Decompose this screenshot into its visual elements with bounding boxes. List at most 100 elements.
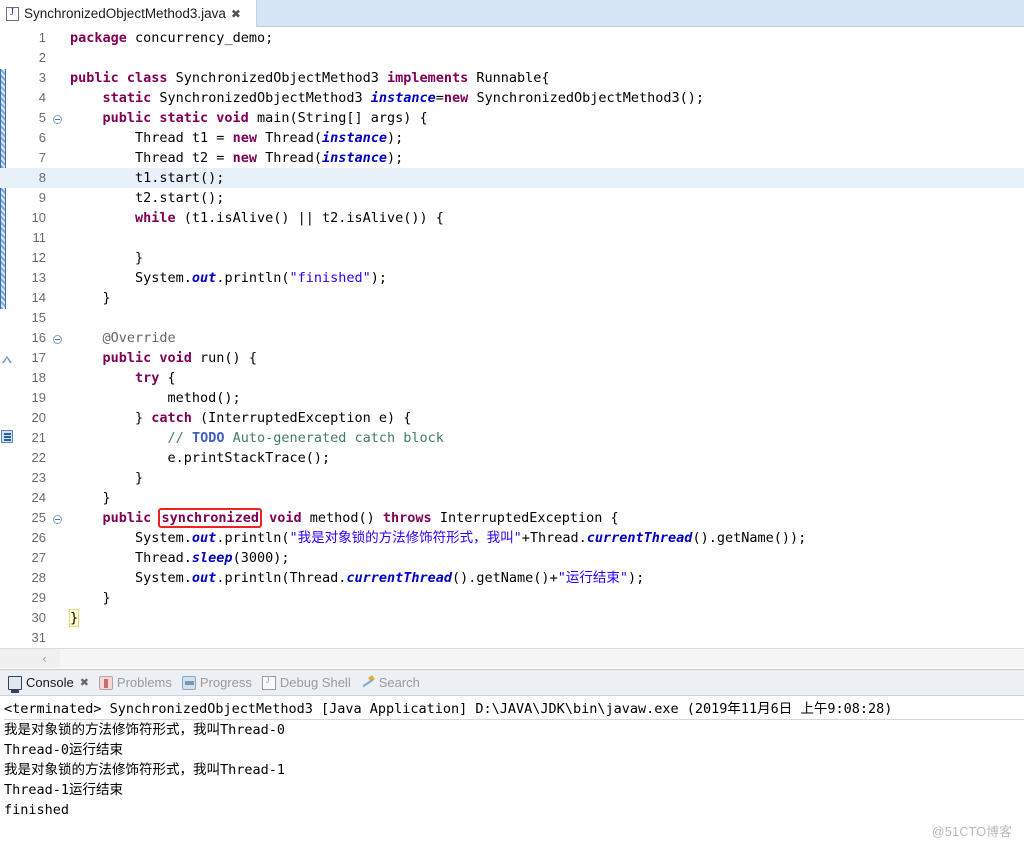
line-number: 14 xyxy=(31,290,46,305)
line-number: 12 xyxy=(31,250,46,265)
code-token: implements xyxy=(387,70,469,86)
code-token: +Thread. xyxy=(521,530,587,546)
code-token: instance xyxy=(370,90,436,106)
code-text: method(); xyxy=(64,388,241,408)
code-line[interactable]: 16 @Override xyxy=(0,328,1024,348)
console-view-tabs[interactable]: Console ✖ Problems Progress Debug Shell Searc… xyxy=(0,670,1024,696)
code-line[interactable]: 18 try { xyxy=(0,368,1024,388)
code-line[interactable]: 1 package concurrency_demo; xyxy=(0,28,1024,48)
console-tab-search[interactable]: Search xyxy=(359,670,428,696)
close-icon[interactable]: ✖ xyxy=(231,8,241,20)
code-line[interactable]: 24 } xyxy=(0,488,1024,508)
code-line[interactable]: 22 e.printStackTrace(); xyxy=(0,448,1024,468)
code-line[interactable]: 29 } xyxy=(0,588,1024,608)
code-line[interactable]: 17 public void run() { xyxy=(0,348,1024,368)
code-line[interactable]: 5 public static void main(String[] args)… xyxy=(0,108,1024,128)
code-lines[interactable]: 1 package concurrency_demo; 2 3 public class… xyxy=(0,28,1024,648)
fold-collapse-icon[interactable] xyxy=(50,508,64,528)
todo-task-icon xyxy=(0,428,14,449)
console-output-line: finished xyxy=(4,802,70,818)
line-number: 27 xyxy=(31,550,46,565)
code-token: void xyxy=(269,510,302,526)
console-tab-problems[interactable]: Problems xyxy=(97,670,180,696)
line-number: 16 xyxy=(31,330,46,345)
code-text: System.out.println(Thread.currentThread(… xyxy=(64,568,644,588)
code-token: Runnable{ xyxy=(468,70,550,86)
editor-tab-bar: SynchronizedObjectMethod3.java ✖ xyxy=(0,0,1024,27)
code-text: Thread t1 = new Thread(instance); xyxy=(64,128,403,148)
code-line[interactable]: 12 } xyxy=(0,248,1024,268)
code-token: SynchronizedObjectMethod3 xyxy=(151,90,371,106)
line-number: 17 xyxy=(31,350,46,365)
code-token: // xyxy=(167,430,192,446)
code-line[interactable]: 6 Thread t1 = new Thread(instance); xyxy=(0,128,1024,148)
code-token: ); xyxy=(387,150,404,166)
line-number: 6 xyxy=(38,130,46,145)
code-token: .println( xyxy=(216,530,290,546)
code-text: } xyxy=(64,248,143,268)
line-number: 19 xyxy=(31,390,46,405)
code-token: instance xyxy=(321,150,388,166)
chevron-left-icon[interactable]: ‹ xyxy=(42,652,47,666)
code-line[interactable]: 2 xyxy=(0,48,1024,68)
code-token: sleep xyxy=(191,550,233,566)
code-line[interactable]: 9 t2.start(); xyxy=(0,188,1024,208)
console-panel: Console ✖ Problems Progress Debug Shell Searc… xyxy=(0,669,1024,850)
code-token: } xyxy=(70,490,111,506)
editor-horizontal-scrollbar[interactable]: ‹ xyxy=(0,648,1024,668)
code-token: ); xyxy=(387,130,404,146)
console-launch-header: <terminated> SynchronizedObjectMethod3 [… xyxy=(4,699,1024,720)
code-line[interactable]: 10 while (t1.isAlive() || t2.isAlive()) … xyxy=(0,208,1024,228)
console-tab-progress[interactable]: Progress xyxy=(180,670,260,696)
code-editor[interactable]: 1 package concurrency_demo; 2 3 public class… xyxy=(0,28,1024,648)
code-line[interactable]: 31 xyxy=(0,628,1024,648)
code-token: out xyxy=(191,570,217,586)
code-line[interactable]: 14 } xyxy=(0,288,1024,308)
code-line[interactable]: 21 // TODO Auto-generated catch block xyxy=(0,428,1024,448)
line-number: 1 xyxy=(38,30,46,45)
console-tab-debug-shell[interactable]: Debug Shell xyxy=(260,670,359,696)
scrollbar-track[interactable] xyxy=(60,649,1024,668)
code-line[interactable]: 7 Thread t2 = new Thread(instance); xyxy=(0,148,1024,168)
code-token: static xyxy=(102,90,152,106)
code-line[interactable]: 3 public class SynchronizedObjectMethod3 … xyxy=(0,68,1024,88)
line-number: 15 xyxy=(31,310,46,325)
code-token: } xyxy=(70,590,111,606)
code-line[interactable]: 25 public synchronized void method() thr… xyxy=(0,508,1024,528)
console-tab-console[interactable]: Console ✖ xyxy=(6,670,97,696)
code-line[interactable]: 28 System.out.println(Thread.currentThre… xyxy=(0,568,1024,588)
code-line[interactable]: 20 } catch (InterruptedException e) { xyxy=(0,408,1024,428)
code-token: Auto-generated catch block xyxy=(224,430,444,446)
code-line[interactable]: 11 xyxy=(0,228,1024,248)
code-token: instance xyxy=(321,130,388,146)
line-number: 4 xyxy=(38,90,46,105)
code-line[interactable]: 26 System.out.println("我是对象锁的方法修饰符形式，我叫"… xyxy=(0,528,1024,548)
fold-collapse-icon[interactable] xyxy=(50,108,64,128)
code-token: "运行结束" xyxy=(557,570,628,586)
code-line[interactable]: 8 t1.start(); xyxy=(0,168,1024,188)
code-token: package xyxy=(70,30,127,46)
fold-collapse-icon[interactable] xyxy=(50,328,64,348)
code-token: Thread. xyxy=(70,550,192,566)
line-number: 24 xyxy=(31,490,46,505)
code-line[interactable]: 27 Thread.sleep(3000); xyxy=(0,548,1024,568)
progress-icon xyxy=(181,675,196,690)
code-text: Thread.sleep(3000); xyxy=(64,548,289,568)
editor-tab-synchronizedobjectmethod3[interactable]: SynchronizedObjectMethod3.java ✖ xyxy=(0,0,257,27)
close-icon[interactable]: ✖ xyxy=(80,676,89,689)
code-line[interactable]: 4 static SynchronizedObjectMethod3 insta… xyxy=(0,88,1024,108)
code-line[interactable]: 19 method(); xyxy=(0,388,1024,408)
code-line[interactable]: 23 } xyxy=(0,468,1024,488)
code-token: new xyxy=(232,130,257,146)
code-line[interactable]: 15 xyxy=(0,308,1024,328)
code-line[interactable]: 30} xyxy=(0,608,1024,628)
code-token: run() { xyxy=(191,350,257,366)
code-line[interactable]: 13 System.out.println("finished"); xyxy=(0,268,1024,288)
line-number: 2 xyxy=(38,50,46,65)
code-token: } xyxy=(70,470,144,486)
console-output[interactable]: <terminated> SynchronizedObjectMethod3 [… xyxy=(0,696,1024,820)
console-tab-label: Problems xyxy=(116,675,172,690)
line-number: 13 xyxy=(31,270,46,285)
code-text: Thread t2 = new Thread(instance); xyxy=(64,148,403,168)
